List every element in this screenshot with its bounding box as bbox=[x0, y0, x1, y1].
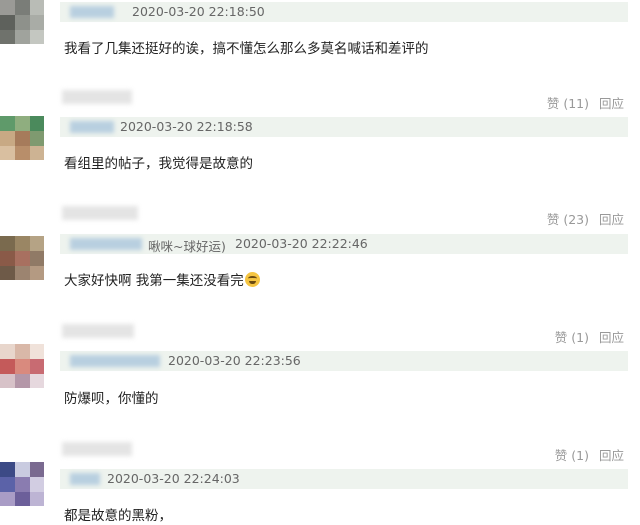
comment-time: 2020-03-20 22:23:56 bbox=[168, 353, 301, 368]
comment-time: 2020-03-20 22:24:03 bbox=[107, 471, 240, 486]
comment-actions: 赞 (1) 回应 bbox=[555, 327, 624, 346]
avatar[interactable] bbox=[0, 236, 44, 280]
username-blurred[interactable] bbox=[62, 90, 132, 104]
reply-button[interactable]: 回应 bbox=[599, 212, 624, 227]
comment-text: 我看了几集还挺好的诶，搞不懂怎么那么多莫名喊话和差评的 bbox=[64, 41, 429, 57]
comment-actions: 赞 (23) 回应 bbox=[547, 209, 624, 228]
grinning-face-icon bbox=[244, 272, 260, 287]
username-blurred[interactable] bbox=[70, 473, 100, 485]
username-blurred[interactable] bbox=[62, 206, 138, 220]
comment-text: 都是故意的黑粉， bbox=[64, 508, 172, 524]
comment-meta: 2020-03-20 22:18:50 bbox=[60, 2, 628, 22]
comment-text-body: 大家好快啊 我第一集还没看完 bbox=[64, 273, 244, 289]
avatar[interactable] bbox=[0, 0, 44, 44]
comment-actions: 赞 (1) 回应 bbox=[555, 445, 624, 464]
username-blurred[interactable] bbox=[62, 442, 132, 456]
comment-time: 2020-03-20 22:18:50 bbox=[132, 4, 265, 19]
comment-meta: 啾咪~球好运) 2020-03-20 22:22:46 bbox=[60, 234, 628, 254]
comment-text: 防爆呗，你懂的 bbox=[64, 391, 159, 407]
comment-actions: 赞 (11) 回应 bbox=[547, 93, 624, 112]
comment-text: 大家好快啊 我第一集还没看完 bbox=[64, 269, 260, 289]
comment-user-tag: 啾咪~球好运) bbox=[148, 239, 226, 254]
like-button[interactable]: 赞 (11) bbox=[547, 96, 589, 111]
comment-text: 看组里的帖子，我觉得是故意的 bbox=[64, 156, 253, 172]
like-button[interactable]: 赞 (1) bbox=[555, 448, 589, 463]
avatar[interactable] bbox=[0, 462, 44, 506]
username-blurred[interactable] bbox=[70, 238, 142, 250]
comment-meta: 2020-03-20 22:18:58 bbox=[60, 117, 628, 137]
reply-button[interactable]: 回应 bbox=[599, 330, 624, 345]
username-blurred[interactable] bbox=[62, 324, 134, 338]
reply-button[interactable]: 回应 bbox=[599, 96, 624, 111]
avatar[interactable] bbox=[0, 344, 44, 388]
username-blurred[interactable] bbox=[70, 355, 160, 367]
like-button[interactable]: 赞 (23) bbox=[547, 212, 589, 227]
username-blurred[interactable] bbox=[70, 6, 114, 18]
avatar[interactable] bbox=[0, 116, 44, 160]
comment-meta: 2020-03-20 22:24:03 bbox=[60, 469, 628, 489]
comment-time: 2020-03-20 22:22:46 bbox=[235, 236, 368, 251]
username-blurred[interactable] bbox=[70, 121, 114, 133]
comment-meta: 2020-03-20 22:23:56 bbox=[60, 351, 628, 371]
like-button[interactable]: 赞 (1) bbox=[555, 330, 589, 345]
reply-button[interactable]: 回应 bbox=[599, 448, 624, 463]
comment-time: 2020-03-20 22:18:58 bbox=[120, 119, 253, 134]
